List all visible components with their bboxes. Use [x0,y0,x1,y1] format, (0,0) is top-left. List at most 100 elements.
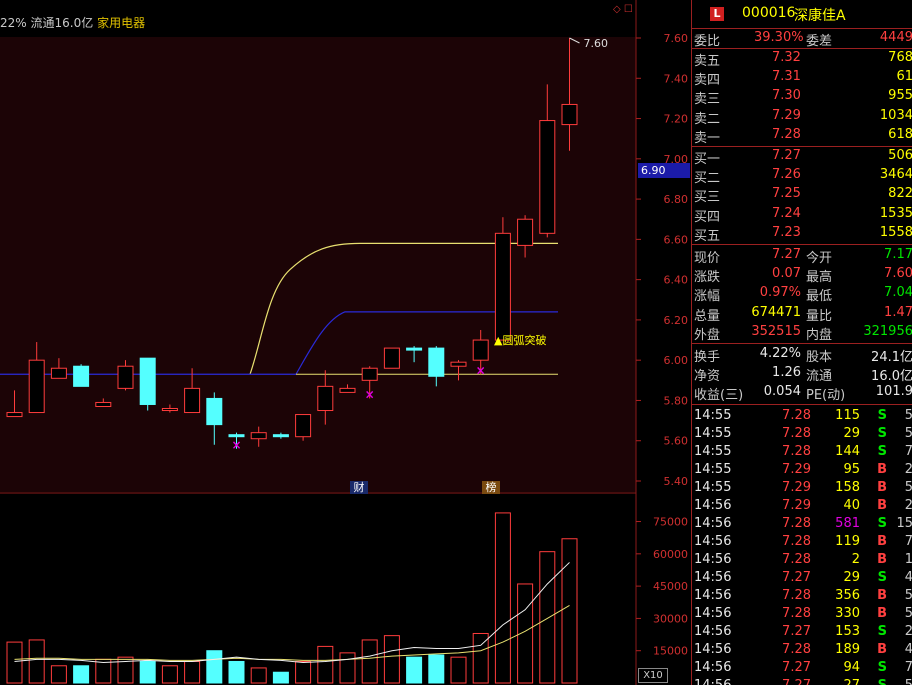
tick-volume: 95 [843,461,860,477]
buy-level-row[interactable]: 买二 7.26 3464 [692,166,912,186]
ranking-marker[interactable]: 榜 [482,481,500,494]
sell-price: 7.29 [772,107,801,123]
sell-level-row[interactable]: 卖四 7.31 61 [692,68,912,89]
tick-row[interactable]: 14:56 7.28 119 B 7 [692,533,912,552]
tick-price: 7.28 [782,515,811,531]
stat-label: 内盘 [806,327,833,343]
stat-label: 涨幅 [694,289,721,305]
buy-level-row[interactable]: 买四 7.24 1535 [692,205,912,225]
buy-level-row[interactable]: 买五 7.23 1558 [692,224,912,244]
buy-price: 7.26 [772,167,801,183]
volume-axis-label: 30000 [653,612,688,625]
candle-body [272,434,289,438]
quote-panel: L 000016 深康佳A 委比 39.30% 委差 4449 卖五 7.32 76… [691,0,912,685]
tick-side: S [877,407,887,423]
tick-time: 14:56 [694,623,732,639]
tick-volume: 2 [851,551,860,567]
tick-row[interactable]: 14:55 7.28 144 S 7 [692,443,912,462]
candle-body [517,218,534,246]
stat-value: 101.9 [875,384,912,400]
tick-price: 7.28 [782,605,811,621]
tick-row[interactable]: 14:56 7.28 581 S 15 [692,515,912,534]
stat-value: 0.054 [763,384,801,400]
industry-label: 家用电器 [97,16,146,30]
candle-body [184,387,201,414]
tick-count: 7 [905,534,912,549]
volume-bar [406,656,423,684]
tick-row[interactable]: 14:56 7.27 29 S 4 [692,569,912,588]
tick-price: 7.27 [782,623,811,639]
stat-value: 7.27 [772,247,801,262]
candle-body [561,103,578,126]
buy-price: 7.27 [772,148,801,163]
price-axis-label: 6.20 [664,314,689,327]
sell-label: 卖二 [694,111,721,127]
kline-chart[interactable]: 7.607.407.207.006.806.606.406.206.005.80… [0,0,691,685]
volume-bar [339,652,356,684]
stat-label: 流通 [806,369,833,385]
candle-body [494,232,511,341]
tick-price: 7.28 [782,425,811,441]
tick-count: 2 [905,624,912,639]
tick-row[interactable]: 14:56 7.29 40 B 2 [692,497,912,516]
tick-side: B [877,551,887,567]
tick-price: 7.29 [782,479,811,495]
stat-label: 量比 [806,308,833,324]
price-axis-label: 5.60 [664,435,689,448]
kline-chart-area[interactable]: 7.60 7.40 7.20 7.00 6.80 6.60 6.40 6.20 6.00 5.80… [0,0,691,685]
sell-volume: 955 [888,88,912,104]
stat-label: 今开 [806,251,833,266]
tick-count: 5 [905,426,912,441]
chart-toolbar-icons[interactable]: ◇ ☐ [613,4,633,15]
tick-row[interactable]: 14:55 7.28 29 S 5 [692,425,912,444]
stat-label: 股本 [806,350,833,365]
volume-bar [383,635,400,684]
tick-time: 14:56 [694,551,732,567]
tick-count: 2 [905,498,912,513]
tick-volume: 189 [835,641,860,657]
tick-row[interactable]: 14:56 7.27 27 S 5 [692,677,912,685]
volume-bar [184,660,201,684]
tick-side: B [877,587,887,603]
volume-axis-label: 15000 [653,645,688,658]
tick-row[interactable]: 14:56 7.28 330 B 5 [692,605,912,624]
tick-row[interactable]: 14:55 7.29 95 B 2 [692,461,912,480]
stock-name: 深康佳A [794,8,846,24]
fundamental-row: 收益(三) 0.054 PE(动) 101.9 [692,383,912,403]
fundamental-row: 净资 1.26 流通 16.0亿 [692,364,912,385]
tick-price: 7.27 [782,678,811,685]
tick-row[interactable]: 14:56 7.28 356 B 5 [692,587,912,606]
buy-volume: 1535 [879,205,912,221]
sell-level-row[interactable]: 卖二 7.29 1034 [692,107,912,127]
tick-price: 7.28 [782,407,811,423]
tick-row[interactable]: 14:55 7.28 115 S 5 [692,407,912,426]
stat-value: 0.97% [759,285,801,301]
volume-bar [228,660,245,684]
sell-level-row[interactable]: 卖五 7.32 768 [692,49,912,69]
sell-volume: 61 [896,69,912,85]
tick-price: 7.28 [782,533,811,549]
stat-value: 24.1亿 [871,350,912,365]
buy-level-row[interactable]: 买三 7.25 822 [692,185,912,205]
volume-bar [561,538,578,684]
tick-row[interactable]: 14:56 7.28 189 B 4 [692,641,912,660]
stat-label: 涨跌 [694,270,721,286]
tick-row[interactable]: 14:56 7.27 153 S 2 [692,623,912,642]
tick-row[interactable]: 14:56 7.28 2 B 1 [692,551,912,570]
candle-body [317,385,334,412]
tick-row[interactable]: 14:55 7.29 158 B 5 [692,479,912,498]
candle-body [228,434,245,438]
tick-row[interactable]: 14:56 7.27 94 S 7 [692,659,912,678]
finance-marker[interactable]: 财 [350,481,368,494]
quote-stat-row: 涨跌 0.07 最高 7.60 [692,265,912,286]
buy-label: 买一 [694,152,721,167]
sell-label: 卖四 [694,73,721,89]
sell-level-row[interactable]: 卖三 7.30 955 [692,87,912,107]
tick-side: B [877,497,887,513]
buy-level-row[interactable]: 买一 7.27 506 [692,147,912,167]
tick-volume: 356 [835,587,860,603]
sell-price: 7.31 [772,69,801,85]
sell-level-row[interactable]: 卖一 7.28 618 [692,126,912,146]
tick-volume: 29 [843,569,860,585]
tick-time: 14:56 [694,515,732,531]
